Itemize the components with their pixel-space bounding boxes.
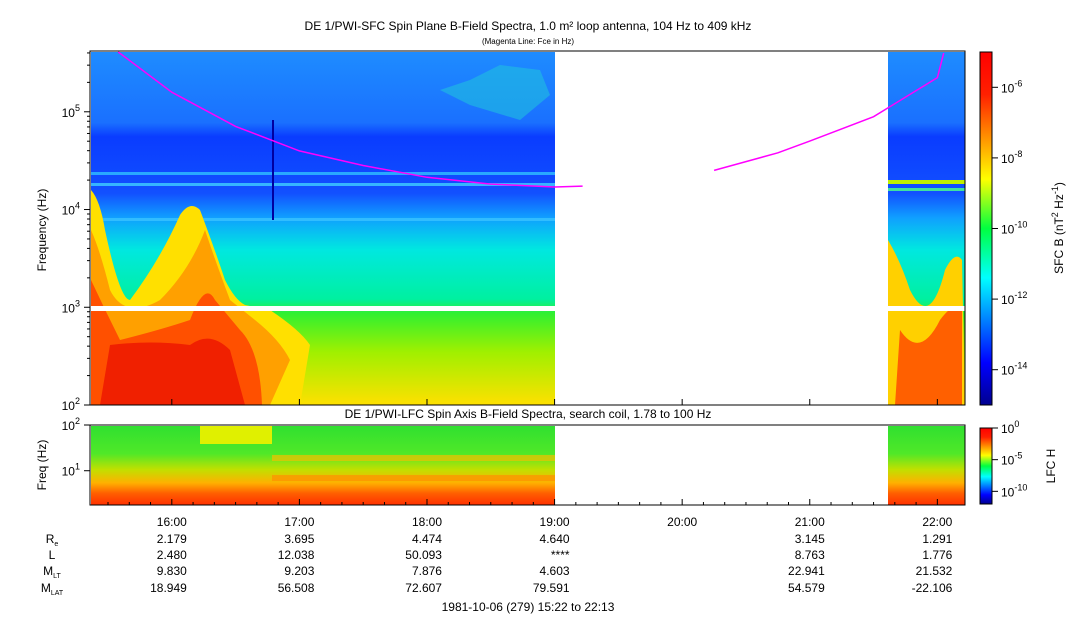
lower-spectrogram (91, 426, 965, 505)
ephemeris-value: 7.876 (412, 564, 442, 578)
colorbar-tick-label: 10-14 (1001, 361, 1027, 378)
x-tick-label: 17:00 (284, 515, 314, 529)
ephemeris-row-label: L (49, 548, 56, 562)
y-tick-label: 105 (62, 103, 80, 120)
ephemeris-row-label: MLAT (41, 581, 64, 597)
lower-y-axis-label: Freq (Hz) (35, 440, 49, 491)
ephemeris-value: **** (551, 548, 570, 562)
sfc-colorbar-label: SFC B (nT2 Hz-1) (1050, 182, 1066, 274)
ephemeris-value: 12.038 (278, 548, 315, 562)
ephemeris-value: 9.830 (157, 564, 187, 578)
ephemeris-value: 72.607 (405, 581, 442, 595)
y-tick-label: 101 (62, 462, 80, 479)
colorbar-tick-label: 10-10 (1001, 482, 1027, 499)
ephemeris-value: 3.145 (795, 532, 825, 546)
lower-panel-title: DE 1/PWI-LFC Spin Axis B-Field Spectra, … (345, 407, 712, 421)
ephemeris-row-label: Re (46, 532, 59, 548)
ephemeris-value: 56.508 (278, 581, 315, 595)
x-tick-label: 16:00 (157, 515, 187, 529)
x-tick-label: 20:00 (667, 515, 697, 529)
colorbar-tick-label: 10-6 (1001, 78, 1022, 95)
colorbar-tick-label: 100 (1001, 419, 1019, 436)
y-tick-label: 103 (62, 298, 80, 315)
footer-date-range: 1981-10-06 (279) 15:22 to 22:13 (442, 600, 615, 614)
upper-panel-title: DE 1/PWI-SFC Spin Plane B-Field Spectra,… (305, 19, 752, 33)
spectrogram-figure: DE 1/PWI-SFC Spin Plane B-Field Spectra,… (35, 19, 1066, 614)
ephemeris-value: 4.640 (540, 532, 570, 546)
lfc-colorbar-label: LFC H (1044, 449, 1058, 484)
ephemeris-value: 3.695 (284, 532, 314, 546)
ephemeris-value: 79.591 (533, 581, 570, 595)
ephemeris-value: 18.949 (150, 581, 187, 595)
ephemeris-value: 4.474 (412, 532, 442, 546)
x-tick-label: 18:00 (412, 515, 442, 529)
colorbar-tick-label: 10-12 (1001, 290, 1027, 307)
ephemeris-value: 54.579 (788, 581, 825, 595)
y-tick-label: 102 (62, 416, 80, 433)
y-tick-label: 102 (62, 396, 80, 413)
sfc-colorbar (979, 51, 993, 406)
colorbar-tick-label: 10-8 (1001, 149, 1022, 166)
ephemeris-value: 21.532 (916, 564, 953, 578)
colorbar-tick-label: 10-10 (1001, 220, 1027, 237)
upper-spectrogram (91, 52, 965, 405)
x-tick-label: 19:00 (540, 515, 570, 529)
upper-y-axis-label: Frequency (Hz) (35, 189, 49, 272)
x-tick-label: 21:00 (795, 515, 825, 529)
ephemeris-value: 22.941 (788, 564, 825, 578)
upper-panel-subtitle: (Magenta Line: Fce in Hz) (482, 37, 574, 46)
colorbar-tick-label: 10-5 (1001, 451, 1022, 468)
ephemeris-value: 50.093 (405, 548, 442, 562)
lfc-colorbar (979, 427, 993, 505)
ephemeris-value: 4.603 (540, 564, 570, 578)
ephemeris-value: 2.179 (157, 532, 187, 546)
ephemeris-value: 1.291 (922, 532, 952, 546)
ephemeris-value: -22.106 (912, 581, 953, 595)
ephemeris-value: 9.203 (284, 564, 314, 578)
ephemeris-row-label: MLT (43, 564, 61, 580)
y-tick-label: 104 (62, 201, 80, 218)
ephemeris-value: 2.480 (157, 548, 187, 562)
ephemeris-value: 8.763 (795, 548, 825, 562)
ephemeris-value: 1.776 (922, 548, 952, 562)
x-tick-label: 22:00 (922, 515, 952, 529)
